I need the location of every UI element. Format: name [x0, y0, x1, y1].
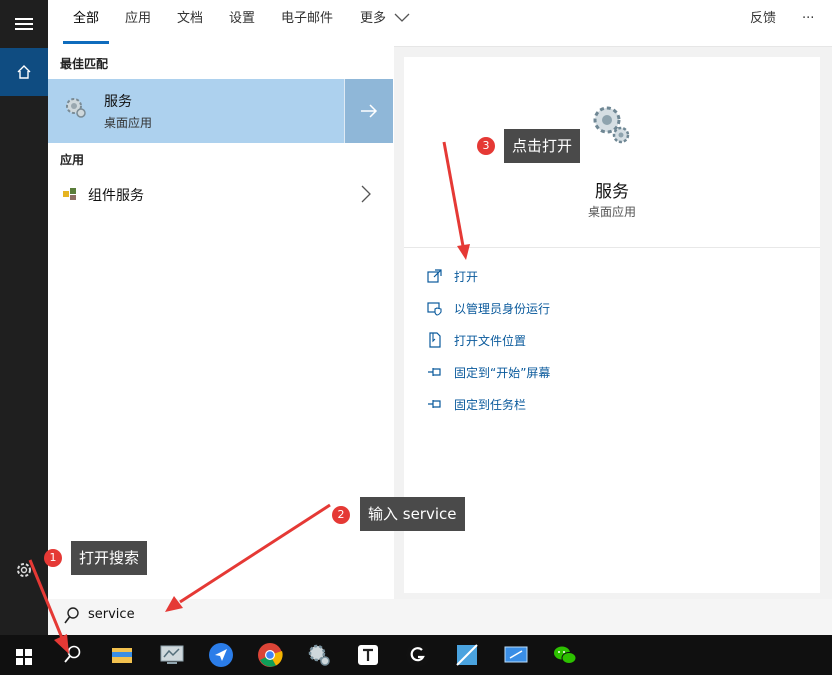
step-badge-1: 1	[44, 549, 62, 567]
callout-type-service: 输入 service	[360, 497, 465, 531]
step-badge-3: 3	[477, 137, 495, 155]
step-badge-2: 2	[332, 506, 350, 524]
callout-open-search: 打开搜索	[71, 541, 148, 575]
callout-click-open: 点击打开	[504, 129, 581, 163]
